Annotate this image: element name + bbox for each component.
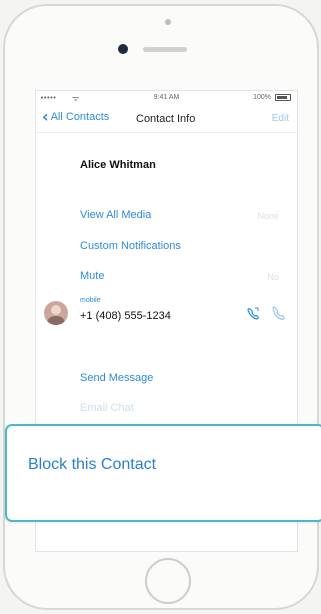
phone-number[interactable]: +1 (408) 555-1234 <box>80 310 171 322</box>
back-button[interactable]: ‹ All Contacts <box>42 107 110 126</box>
battery-icon <box>275 94 291 101</box>
custom-notifications-row[interactable]: Custom Notifications <box>80 240 181 252</box>
edit-button[interactable]: Edit <box>272 113 289 124</box>
view-all-media-row[interactable]: View All Media <box>80 209 151 221</box>
mute-row[interactable]: Mute <box>80 270 104 282</box>
mute-value: No <box>267 272 279 282</box>
front-camera <box>118 44 128 54</box>
video-call-icon[interactable] <box>245 305 261 321</box>
status-bar: ••••• ᯤ 9:41 AM 100% <box>36 91 297 105</box>
battery-percent: 100% <box>253 94 271 101</box>
phone-type-label: mobile <box>80 297 101 304</box>
home-button[interactable] <box>145 558 191 604</box>
earpiece-speaker <box>143 47 187 52</box>
chevron-left-icon: ‹ <box>42 107 49 126</box>
back-label: All Contacts <box>50 111 110 123</box>
avatar <box>44 301 68 325</box>
action-sheet: Block this Contact <box>5 424 321 522</box>
proximity-sensor <box>165 19 171 25</box>
view-all-media-value: None <box>257 211 279 221</box>
page-title: Contact Info <box>136 113 196 125</box>
block-contact-button[interactable]: Block this Contact <box>28 456 156 474</box>
phone-call-icon[interactable] <box>270 305 286 321</box>
send-message-row[interactable]: Send Message <box>80 372 153 384</box>
navigation-bar: ‹ All Contacts Contact Info Edit <box>36 105 297 133</box>
contact-name: Alice Whitman <box>80 159 156 171</box>
email-chat-row[interactable]: Email Chat <box>80 402 134 414</box>
